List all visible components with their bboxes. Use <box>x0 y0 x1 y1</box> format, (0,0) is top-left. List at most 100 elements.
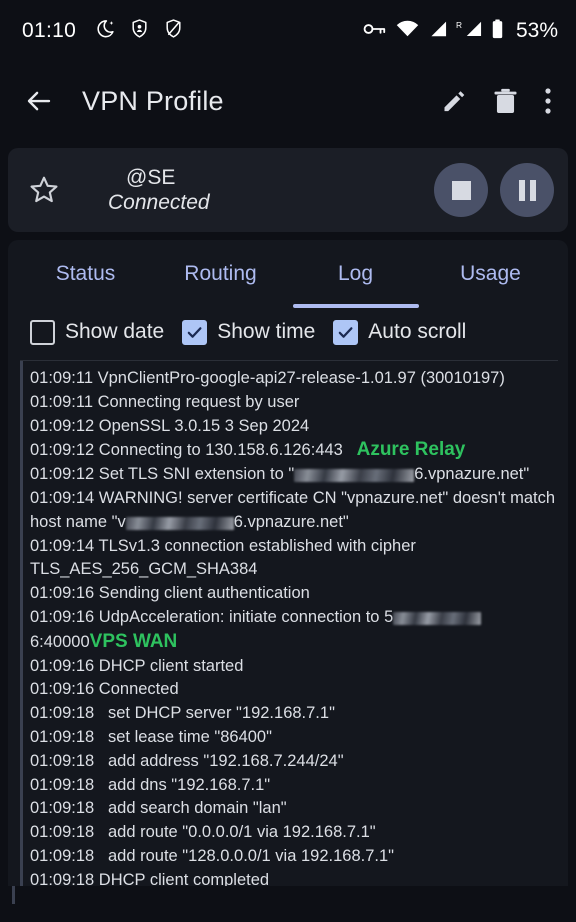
arrow-back-icon[interactable] <box>24 86 54 116</box>
page-title: VPN Profile <box>82 85 224 116</box>
log-line: 01:09:18 add route "0.0.0.0/1 via 192.16… <box>30 821 558 845</box>
show-time-label: Show time <box>217 320 316 343</box>
vpn-profile-card[interactable]: @SE Connected <box>8 148 568 232</box>
log-line: 01:09:14 TLSv1.3 connection established … <box>30 535 558 583</box>
auto-scroll-label: Auto scroll <box>368 320 467 343</box>
log-text: 01:09:18 set lease time "86400" <box>30 727 272 746</box>
log-line: 01:09:18 set DHCP server "192.168.7.1" <box>30 702 558 726</box>
svg-text:R: R <box>456 20 462 30</box>
log-line: 01:09:16 Connected <box>30 678 558 702</box>
bottom-spacer <box>0 886 576 922</box>
edit-icon[interactable] <box>440 88 467 115</box>
favorite-toggle[interactable] <box>28 174 70 206</box>
log-text: 01:09:18 add dns "192.168.7.1" <box>30 775 271 794</box>
log-text: 01:09:16 Sending client authentication <box>30 584 310 603</box>
log-line: 01:09:16 UdpAcceleration: initiate conne… <box>30 606 558 655</box>
redacted-text <box>393 611 482 625</box>
checkbox-box <box>333 319 359 345</box>
log-text: 01:09:11 VpnClientPro-google-api27-relea… <box>30 369 505 387</box>
checkbox-box <box>30 319 55 345</box>
battery-percentage: 53% <box>515 19 558 42</box>
log-text: 01:09:12 Connecting to 130.158.6.126:443 <box>30 441 357 460</box>
log-text: 01:09:18 set DHCP server "192.168.7.1" <box>30 704 335 723</box>
log-line: 01:09:18 add route "128.0.0.0/1 via 192.… <box>30 845 558 869</box>
detail-panel: Status Routing Log Usage Show date Show … <box>8 240 568 894</box>
log-line: 01:09:16 DHCP client started <box>30 655 558 679</box>
tab-status[interactable]: Status <box>18 240 153 308</box>
tab-status-label: Status <box>55 262 116 285</box>
log-text: 01:09:18 add route "128.0.0.0/1 via 192.… <box>30 846 394 865</box>
log-line: 01:09:14 WARNING! server certificate CN … <box>30 487 558 535</box>
stop-icon <box>451 180 471 200</box>
log-text: 01:09:18 add address "192.168.7.244/24" <box>30 751 344 770</box>
log-annotation: VPS WAN <box>89 630 178 652</box>
show-time-checkbox[interactable]: Show time <box>182 319 316 345</box>
log-text: 01:09:14 TLSv1.3 connection established … <box>30 536 421 579</box>
log-viewport[interactable]: 01:09:11 VpnClientPro-google-api27-relea… <box>20 360 558 894</box>
app-bar: VPN Profile <box>0 62 576 140</box>
checkbox-box <box>182 319 208 345</box>
pause-icon <box>518 179 536 201</box>
redacted-text <box>294 469 415 483</box>
log-text: 01:09:12 OpenSSL 3.0.15 3 Sep 2024 <box>30 416 310 435</box>
log-text: 01:09:18 add search domain "lan" <box>30 799 287 818</box>
log-output: 01:09:11 VpnClientPro-google-api27-relea… <box>20 361 558 894</box>
check-icon <box>187 326 202 338</box>
log-text: 6.vpnazure.net" <box>414 465 530 484</box>
log-annotation: Azure Relay <box>356 439 466 461</box>
log-line: 01:09:12 Set TLS SNI extension to " 6.vpn… <box>30 463 558 487</box>
overflow-menu-icon[interactable] <box>544 87 552 115</box>
tab-log[interactable]: Log <box>288 240 423 308</box>
show-date-label: Show date <box>65 320 165 343</box>
status-bar-right-icons: R 53% <box>363 19 558 44</box>
app-bar-actions <box>440 87 560 115</box>
tab-log-label: Log <box>337 262 374 285</box>
dnd-moon-icon <box>94 18 116 45</box>
shield-protection-icon <box>129 18 150 44</box>
delete-icon[interactable] <box>493 88 518 115</box>
log-text: 01:09:12 Set TLS SNI extension to " <box>30 465 295 484</box>
wifi-icon <box>396 20 419 43</box>
pause-button[interactable] <box>500 163 554 217</box>
log-options-row: Show date Show time Auto scroll <box>8 308 568 356</box>
status-bar: 01:10 R 53% <box>0 0 576 62</box>
signal-bars-icon <box>428 20 447 43</box>
log-text: 6.vpnazure.net" <box>233 512 349 531</box>
tab-routing-label: Routing <box>184 262 257 285</box>
log-text: 01:09:16 Connected <box>30 680 179 699</box>
profile-connection-state: Connected <box>108 190 210 214</box>
log-text: 01:09:16 UdpAcceleration: initiate conne… <box>30 607 394 626</box>
stop-button[interactable] <box>434 163 488 217</box>
tab-routing[interactable]: Routing <box>153 240 288 308</box>
star-outline-icon <box>30 176 58 203</box>
signal-roaming-icon: R <box>456 20 482 43</box>
auto-scroll-checkbox[interactable]: Auto scroll <box>333 319 467 345</box>
redacted-text <box>125 516 234 530</box>
profile-name: @SE <box>126 165 176 189</box>
battery-icon <box>491 19 504 44</box>
log-line: 01:09:18 add dns "192.168.7.1" <box>30 774 558 798</box>
log-scrollbar[interactable] <box>20 361 23 894</box>
log-text: 6:40000 <box>30 632 90 651</box>
log-line: 01:09:18 set lease time "86400" <box>30 726 558 750</box>
log-line: 01:09:18 add address "192.168.7.244/24" <box>30 750 558 774</box>
log-line: 01:09:12 OpenSSL 3.0.15 3 Sep 2024 <box>30 415 558 439</box>
log-line: 01:09:11 VpnClientPro-google-api27-relea… <box>30 367 558 391</box>
profile-card-texts: @SE Connected <box>70 165 434 216</box>
log-text: 01:09:11 Connecting request by user <box>30 392 300 411</box>
log-scrollbar-tail <box>12 886 15 904</box>
tab-usage[interactable]: Usage <box>423 240 558 308</box>
log-line: 01:09:12 Connecting to 130.158.6.126:443… <box>30 438 558 463</box>
status-bar-left-icons <box>94 18 184 45</box>
log-text: 01:09:16 DHCP client started <box>30 656 244 675</box>
status-bar-clock: 01:10 <box>22 19 77 42</box>
shield-block-icon <box>163 18 184 44</box>
check-icon <box>338 326 353 338</box>
log-line: 01:09:18 add search domain "lan" <box>30 797 558 821</box>
log-line: 01:09:16 Sending client authentication <box>30 582 558 606</box>
tab-usage-label: Usage <box>460 262 521 285</box>
show-date-checkbox[interactable]: Show date <box>30 319 165 345</box>
log-text: 01:09:18 add route "0.0.0.0/1 via 192.16… <box>30 823 376 842</box>
vpn-key-icon <box>363 20 387 43</box>
tab-bar: Status Routing Log Usage <box>8 240 568 308</box>
